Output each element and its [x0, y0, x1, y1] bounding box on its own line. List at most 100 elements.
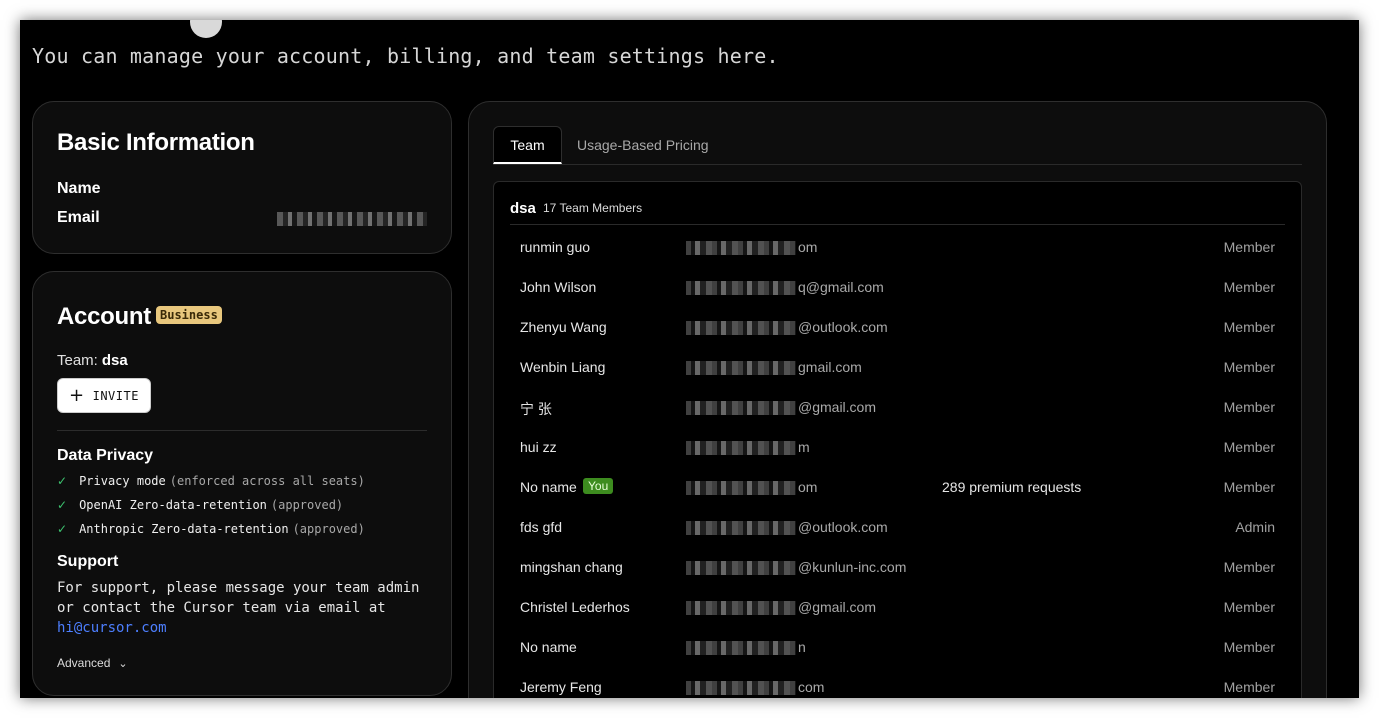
member-role: Member: [1223, 599, 1275, 615]
team-card: Team Usage-Based Pricing dsa 17 Team Mem…: [468, 101, 1327, 698]
redacted-email: [686, 481, 796, 495]
support-title: Support: [57, 553, 119, 570]
member-email: om: [798, 479, 818, 495]
member-row[interactable]: John Wilson q@gmail.com Member: [510, 269, 1285, 309]
members-panel: dsa 17 Team Members runmin guo om Member Jo…: [493, 181, 1302, 698]
member-row[interactable]: No name You om 289 premium requests Member: [510, 469, 1285, 509]
members-header: dsa 17 Team Members: [510, 182, 1285, 225]
member-row[interactable]: 宁 张 @gmail.com Member: [510, 389, 1285, 429]
page-subtitle: You can manage your account, billing, an…: [32, 44, 779, 68]
member-name: Jeremy Feng: [520, 679, 602, 695]
member-email: @gmail.com: [798, 599, 877, 615]
member-row[interactable]: Zhenyu Wang @outlook.com Member: [510, 309, 1285, 349]
member-role: Member: [1223, 359, 1275, 375]
data-privacy-title: Data Privacy: [57, 447, 154, 464]
check-icon: ✓: [57, 498, 68, 512]
tab-team[interactable]: Team: [493, 126, 562, 164]
member-name: mingshan chang: [520, 559, 623, 575]
redacted-email: [686, 601, 796, 615]
redacted-email: [686, 241, 796, 255]
support-text: For support, please message your team ad…: [57, 580, 420, 636]
you-badge: You: [583, 478, 614, 494]
check-icon: ✓: [57, 522, 68, 536]
member-email: om: [798, 239, 818, 255]
member-count: 17 Team Members: [543, 201, 643, 215]
member-role: Member: [1223, 439, 1275, 455]
app-window: You can manage your account, billing, an…: [20, 20, 1359, 698]
redacted-email: [686, 641, 796, 655]
member-role: Member: [1223, 319, 1275, 335]
member-name: No name: [520, 479, 577, 495]
redacted-email-value: [277, 212, 427, 226]
redacted-email: [686, 361, 796, 375]
basic-information-card: Basic Information Name Email: [32, 101, 452, 254]
divider: [57, 430, 427, 431]
basic-information-title: Basic Information: [57, 129, 255, 156]
redacted-email: [686, 281, 796, 295]
advanced-toggle[interactable]: Advanced ⌄: [57, 656, 128, 670]
avatar: [190, 20, 222, 38]
check-icon: ✓: [57, 474, 68, 488]
member-row[interactable]: runmin guo om Member: [510, 229, 1285, 269]
member-email: gmail.com: [798, 359, 862, 375]
member-name: Zhenyu Wang: [520, 319, 607, 335]
account-title: Account: [57, 303, 151, 330]
member-row[interactable]: Wenbin Liang gmail.com Member: [510, 349, 1285, 389]
member-name: No name: [520, 639, 577, 655]
member-name: Christel Lederhos: [520, 599, 630, 615]
member-email: n: [798, 639, 806, 655]
team-label: Team:: [57, 352, 98, 369]
redacted-email: [686, 441, 796, 455]
member-role: Member: [1223, 559, 1275, 575]
member-usage: 289 premium requests: [942, 479, 1082, 495]
redacted-email: [686, 321, 796, 335]
member-name: runmin guo: [520, 239, 591, 255]
member-email: @outlook.com: [798, 519, 888, 535]
member-role: Member: [1223, 399, 1275, 415]
member-row[interactable]: hui zz m Member: [510, 429, 1285, 469]
redacted-email: [686, 561, 796, 575]
member-row[interactable]: No name n Member: [510, 629, 1285, 669]
member-name: 宁 张: [520, 401, 552, 417]
member-name: fds gfd: [520, 519, 563, 535]
plus-icon: +: [69, 384, 85, 406]
member-email: @kunlun-inc.com: [798, 559, 907, 575]
email-row: Email: [57, 209, 427, 231]
member-row[interactable]: Christel Lederhos @gmail.com Member: [510, 589, 1285, 629]
privacy-item: ✓ Anthropic Zero-data-retention (approved): [57, 522, 365, 536]
member-row[interactable]: Jeremy Feng com Member: [510, 669, 1285, 698]
plan-badge: Business: [156, 306, 222, 324]
member-email: q@gmail.com: [798, 279, 884, 295]
invite-label: INVITE: [92, 388, 139, 403]
support-email-link[interactable]: hi@cursor.com: [57, 620, 167, 636]
chevron-down-icon: ⌄: [118, 658, 128, 670]
member-role: Member: [1223, 679, 1275, 695]
redacted-email: [686, 401, 796, 415]
member-role: Member: [1223, 279, 1275, 295]
member-email: @outlook.com: [798, 319, 888, 335]
member-role: Member: [1223, 239, 1275, 255]
member-name: Wenbin Liang: [520, 359, 606, 375]
redacted-email: [686, 681, 796, 695]
member-email: com: [798, 679, 825, 695]
name-label: Name: [57, 180, 101, 197]
account-card: Account Business Team: dsa + INVITE Data …: [32, 271, 452, 696]
email-label: Email: [57, 209, 100, 226]
members-list: runmin guo om Member John Wilson q@gmail.com…: [510, 229, 1285, 698]
member-email: m: [798, 439, 810, 455]
tab-usage-based-pricing[interactable]: Usage-Based Pricing: [577, 126, 709, 164]
privacy-item: ✓ Privacy mode (enforced across all seats): [57, 474, 365, 488]
team-name-heading: dsa: [510, 200, 536, 217]
member-name: hui zz: [520, 439, 557, 455]
redacted-email: [686, 521, 796, 535]
member-row[interactable]: mingshan chang @kunlun-inc.com Member: [510, 549, 1285, 589]
name-row: Name: [57, 180, 427, 202]
tab-bar: Team Usage-Based Pricing: [493, 126, 1302, 165]
member-role: Admin: [1235, 519, 1275, 535]
member-row[interactable]: fds gfd @outlook.com Admin: [510, 509, 1285, 549]
team-name: dsa: [101, 352, 128, 369]
team-line: Team: dsa: [57, 352, 128, 369]
member-role: Member: [1223, 479, 1275, 495]
member-role: Member: [1223, 639, 1275, 655]
invite-button[interactable]: + INVITE: [57, 378, 151, 413]
